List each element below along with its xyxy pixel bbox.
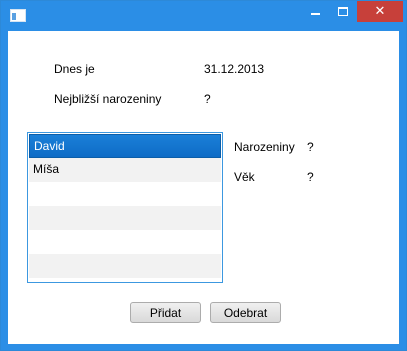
age-label: Věk — [234, 170, 255, 184]
close-button[interactable]: ✕ — [357, 1, 403, 22]
list-empty-row[interactable] — [29, 254, 221, 278]
nearest-birthday-value: ? — [204, 92, 211, 106]
people-list[interactable]: David Míša — [27, 132, 223, 283]
minimize-button[interactable] — [302, 1, 329, 22]
list-item[interactable]: Míša — [29, 158, 221, 182]
age-value: ? — [307, 170, 314, 184]
window-content: Dnes je 31.12.2013 Nejbližší narozeniny … — [8, 31, 399, 344]
close-icon: ✕ — [374, 4, 386, 19]
list-item[interactable]: David — [29, 134, 221, 158]
nearest-birthday-label: Nejbližší narozeniny — [54, 92, 162, 106]
birthday-value: ? — [307, 140, 314, 154]
minimize-icon — [311, 13, 320, 15]
today-value: 31.12.2013 — [204, 62, 265, 76]
maximize-button[interactable] — [329, 1, 356, 22]
app-window: ✕ Dnes je 31.12.2013 Nejbližší narozenin… — [0, 0, 407, 351]
list-empty-row[interactable] — [29, 206, 221, 230]
birthday-label: Narozeniny — [234, 140, 295, 154]
app-icon — [10, 9, 26, 22]
remove-button[interactable]: Odebrat — [210, 302, 281, 323]
add-button[interactable]: Přidat — [130, 302, 201, 323]
list-empty-row[interactable] — [29, 182, 221, 206]
today-label: Dnes je — [54, 62, 95, 76]
maximize-icon — [337, 7, 348, 16]
list-empty-row[interactable] — [29, 230, 221, 254]
title-bar[interactable]: ✕ — [1, 1, 406, 31]
